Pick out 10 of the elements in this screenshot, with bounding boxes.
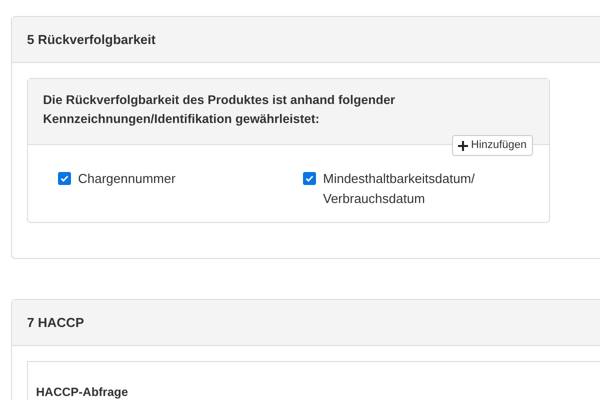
option-label: Chargennummer [78,170,177,188]
section-title: 7 HACCP [27,314,84,332]
checkbox[interactable] [58,172,71,185]
plus-icon [458,140,468,150]
add-button[interactable]: Hinzufügen [452,135,533,156]
section-title: 5 Rückverfolgbarkeit [27,30,156,49]
checkbox[interactable] [303,172,316,185]
option-label: Mindesthaltbarkeitsdatum/ Verbrauchsdatum [323,170,476,208]
question-text: Die Rückverfolgbarkeit des Produktes ist anhand folgender Kennzeichnungen/Identifikation gewährleistet: [43,92,396,128]
question-title: HACCP-Abfrage [36,385,128,399]
